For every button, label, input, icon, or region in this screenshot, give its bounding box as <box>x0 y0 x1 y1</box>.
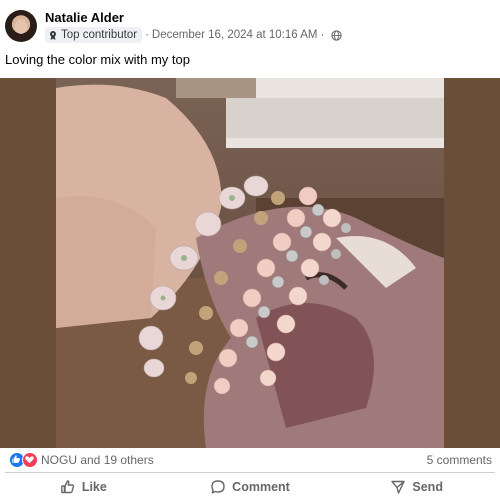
like-label: Like <box>81 480 107 494</box>
photo-container[interactable] <box>0 78 500 448</box>
reaction-summary[interactable]: NOGU and 19 others <box>41 453 154 467</box>
author-name[interactable]: Natalie Alder <box>45 10 124 25</box>
avatar[interactable] <box>5 10 37 42</box>
paper-plane-icon <box>391 480 406 494</box>
divider <box>5 472 495 473</box>
badge-label: Top contributor <box>61 29 138 41</box>
top-contributor-badge[interactable]: Top contributor <box>45 27 143 43</box>
trophy-icon <box>50 30 56 40</box>
action-bar: Like Comment Send <box>0 474 500 500</box>
post-timestamp[interactable]: December 16, 2024 at 10:16 AM <box>152 29 318 41</box>
thumbs-up-icon <box>60 480 75 494</box>
comment-label: Comment <box>232 480 290 494</box>
bracelet-photo-illustration <box>56 78 444 448</box>
meta-separator: · <box>145 29 149 41</box>
meta-separator: · <box>320 29 325 41</box>
send-button[interactable]: Send <box>333 474 500 500</box>
post-header: Natalie Alder Top contributor · December… <box>0 0 500 50</box>
reaction-icons[interactable] <box>9 452 39 468</box>
post-photo[interactable] <box>56 78 444 448</box>
comments-count[interactable]: 5 comments <box>427 453 492 467</box>
post-caption: Loving the color mix with my top <box>5 52 190 67</box>
comment-button[interactable]: Comment <box>167 474 334 500</box>
like-button[interactable]: Like <box>0 474 167 500</box>
globe-icon[interactable] <box>331 29 342 41</box>
reactions-bar: NOGU and 19 others 5 comments <box>0 450 500 470</box>
love-reaction-icon <box>22 452 38 468</box>
speech-bubble-icon <box>211 480 225 494</box>
post-meta: Top contributor · December 16, 2024 at 1… <box>45 27 342 43</box>
send-label: Send <box>412 480 443 494</box>
